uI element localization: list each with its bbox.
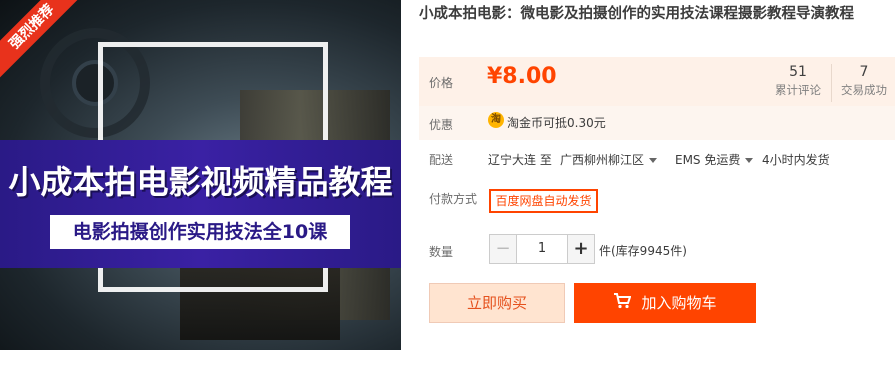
- shipping-label: 配送: [429, 153, 454, 167]
- image-banner-subtitle: 电影拍摄创作实用技法全10课: [50, 215, 350, 249]
- add-to-cart-button[interactable]: 加入购物车: [574, 283, 756, 323]
- add-to-cart-label: 加入购物车: [641, 294, 717, 312]
- quantity-decrease-button[interactable]: −: [489, 234, 517, 264]
- stat-divider: [831, 64, 832, 102]
- image-banner-title: 小成本拍电影视频精品教程: [8, 163, 393, 201]
- sales-count: 7: [859, 64, 869, 80]
- price-value: ¥8.00: [487, 64, 557, 89]
- shipping-time: 4小时内发货: [762, 153, 830, 167]
- price-label: 价格: [429, 76, 454, 90]
- shipping-destination-label: 广西柳州柳江区: [560, 153, 645, 167]
- sales-count-label: 交易成功: [841, 83, 887, 97]
- promo-label: 优惠: [429, 118, 454, 132]
- shipping-destination-select[interactable]: 广西柳州柳江区: [560, 151, 658, 168]
- shipping-method-select[interactable]: EMS 免运费: [675, 151, 754, 168]
- chevron-down-icon: [649, 158, 658, 163]
- quantity-increase-button[interactable]: +: [567, 234, 595, 264]
- product-title: 小成本拍电影：微电影及拍摄创作的实用技法课程摄影教程导演教程: [419, 6, 854, 22]
- cart-icon: [613, 284, 632, 324]
- review-count-stat[interactable]: 51 累计评论: [768, 64, 828, 98]
- stock-text: 件(库存9945件): [599, 244, 687, 258]
- sales-count-stat[interactable]: 7 交易成功: [836, 64, 892, 98]
- quantity-label: 数量: [429, 245, 454, 259]
- buy-now-button[interactable]: 立即购买: [429, 283, 565, 323]
- chevron-down-icon: [745, 158, 754, 163]
- product-image[interactable]: 小成本拍电影视频精品教程 电影拍摄创作实用技法全10课 强烈推荐: [0, 0, 401, 350]
- quantity-input[interactable]: 1: [517, 234, 567, 264]
- quantity-stepper: − 1 +: [489, 234, 595, 264]
- payment-option-button[interactable]: 百度网盘自动发货: [489, 189, 598, 213]
- payment-label: 付款方式: [429, 192, 478, 206]
- review-count-label: 累计评论: [775, 83, 821, 97]
- review-count: 51: [789, 64, 807, 80]
- shipping-method-label: EMS 免运费: [675, 153, 741, 167]
- promo-text: 淘金币可抵0.30元: [507, 116, 606, 130]
- shipping-from: 辽宁大连 至: [488, 153, 552, 167]
- taobao-coin-icon: 淘: [488, 112, 504, 128]
